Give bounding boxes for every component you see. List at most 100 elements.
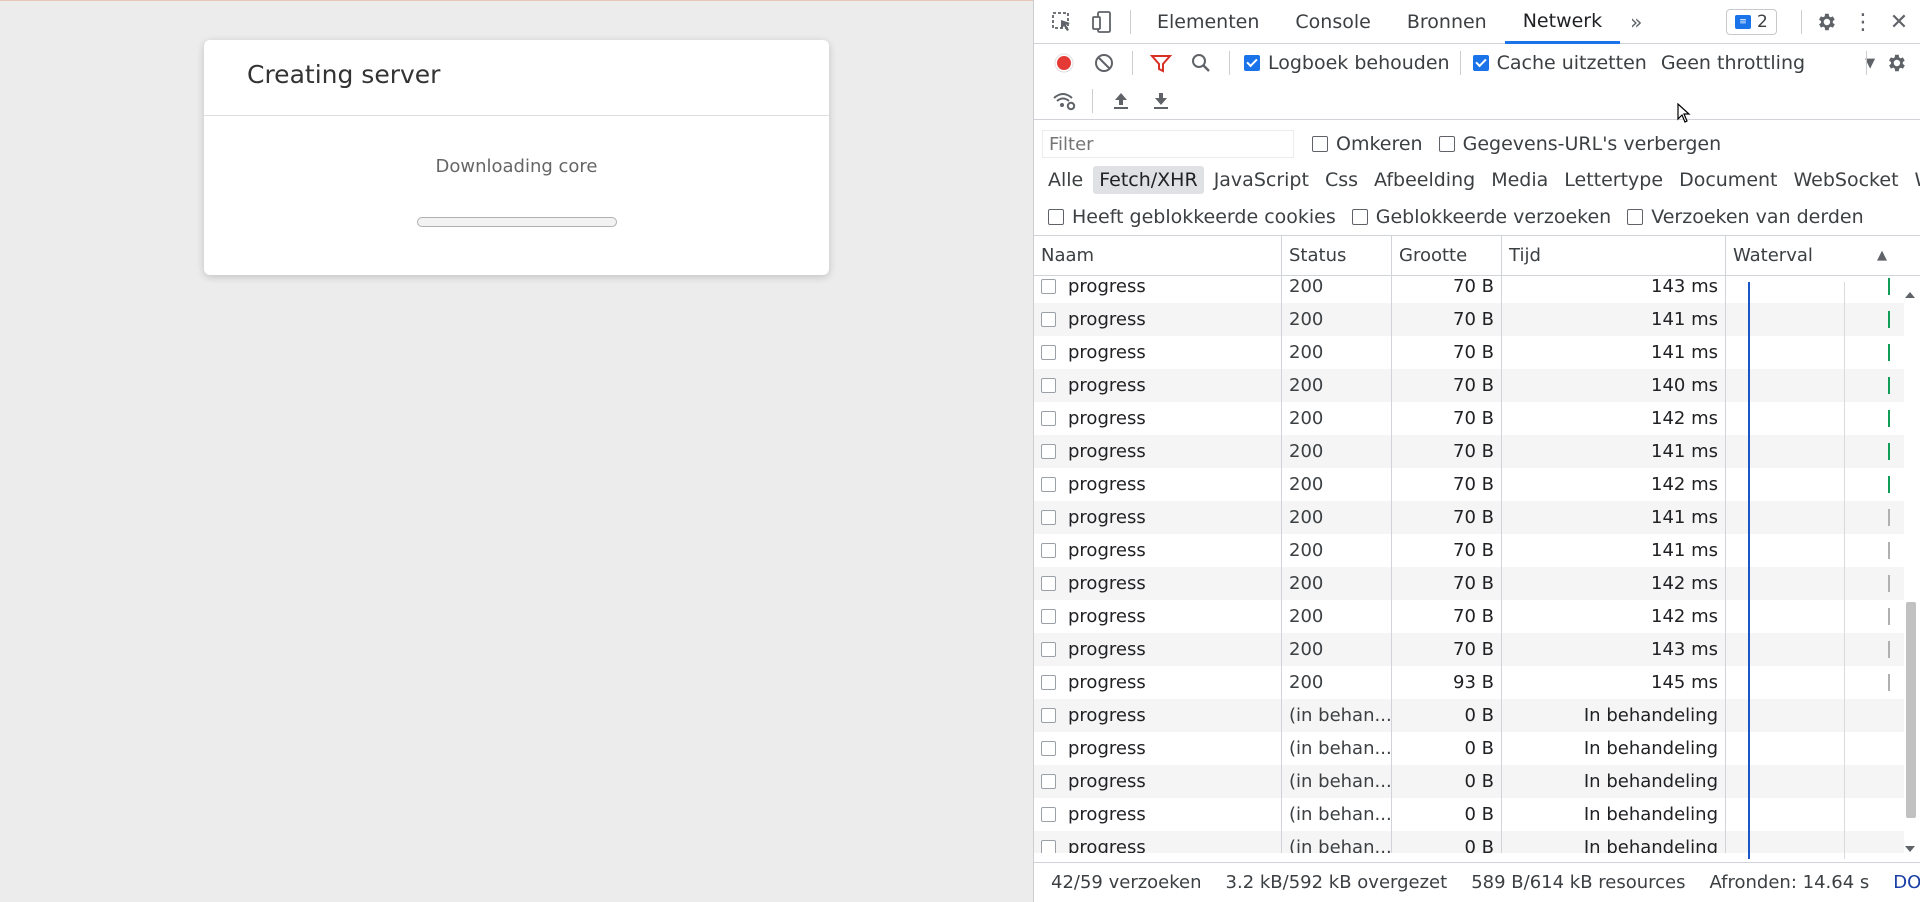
blocked-cookies-checkbox[interactable]: Heeft geblokkeerde cookies <box>1048 206 1336 228</box>
row-checkbox-icon[interactable] <box>1041 378 1056 393</box>
table-row[interactable]: progress (in behan... 0 B In behandeling <box>1034 831 1904 853</box>
row-checkbox-icon[interactable] <box>1041 312 1056 327</box>
search-icon[interactable] <box>1181 44 1221 82</box>
network-conditions-icon[interactable] <box>1044 82 1084 120</box>
table-row[interactable]: progress 200 70 B 143 ms <box>1034 633 1904 666</box>
row-checkbox-icon[interactable] <box>1041 543 1056 558</box>
type-filter-lettertype[interactable]: Lettertype <box>1558 166 1669 194</box>
row-checkbox-icon[interactable] <box>1041 774 1056 789</box>
type-filter-css[interactable]: Css <box>1319 166 1364 194</box>
table-row[interactable]: progress 200 70 B 141 ms <box>1034 501 1904 534</box>
type-filter-media[interactable]: Media <box>1485 166 1554 194</box>
preserve-log-checkbox[interactable]: Logboek behouden <box>1244 52 1450 74</box>
table-row[interactable]: progress 200 70 B 141 ms <box>1034 435 1904 468</box>
type-filter-wasm[interactable]: Wasm <box>1909 166 1920 194</box>
row-checkbox-icon[interactable] <box>1041 609 1056 624</box>
type-filter-javascript[interactable]: JavaScript <box>1208 166 1315 194</box>
checkbox-unchecked-icon <box>1438 136 1455 152</box>
row-checkbox-icon[interactable] <box>1041 576 1056 591</box>
table-row[interactable]: progress 200 70 B 141 ms <box>1034 336 1904 369</box>
table-row[interactable]: progress 200 70 B 142 ms <box>1034 567 1904 600</box>
request-status: 200 <box>1282 666 1392 699</box>
blocked-requests-checkbox[interactable]: Geblokkeerde verzoeken <box>1351 206 1611 228</box>
tab-netwerk[interactable]: Netwerk <box>1504 0 1621 44</box>
row-checkbox-icon[interactable] <box>1041 477 1056 492</box>
tab-elementen[interactable]: Elementen <box>1139 0 1277 44</box>
row-checkbox-icon[interactable] <box>1041 807 1056 822</box>
column-header-status[interactable]: Status <box>1282 236 1392 275</box>
domcontentloaded-link[interactable]: DOMCor <box>1893 872 1920 893</box>
throttling-select[interactable]: Geen throttling ▼ <box>1661 52 1875 74</box>
network-settings-icon[interactable] <box>1876 44 1916 82</box>
tab-console[interactable]: Console <box>1277 0 1388 44</box>
table-row[interactable]: progress 200 93 B 145 ms <box>1034 666 1904 699</box>
type-filter-afbeelding[interactable]: Afbeelding <box>1368 166 1481 194</box>
third-party-checkbox[interactable]: Verzoeken van derden <box>1627 206 1864 228</box>
type-filter-websocket[interactable]: WebSocket <box>1788 166 1905 194</box>
row-checkbox-icon[interactable] <box>1041 708 1056 723</box>
column-header-name[interactable]: Naam <box>1034 236 1282 275</box>
record-icon[interactable] <box>1044 44 1084 82</box>
request-name: progress <box>1068 441 1146 462</box>
table-row[interactable]: progress 200 70 B 143 ms <box>1034 276 1904 303</box>
type-filter-document[interactable]: Document <box>1673 166 1783 194</box>
request-status: 200 <box>1282 402 1392 435</box>
scroll-down-icon[interactable] <box>1905 846 1915 852</box>
settings-gear-icon[interactable] <box>1809 0 1843 44</box>
filter-icon[interactable] <box>1141 44 1181 82</box>
network-table-scrollbar[interactable] <box>1903 292 1917 852</box>
close-devtools-icon[interactable]: ✕ <box>1882 0 1916 44</box>
scroll-up-icon[interactable] <box>1905 292 1915 298</box>
row-checkbox-icon[interactable] <box>1041 345 1056 360</box>
row-checkbox-icon[interactable] <box>1041 642 1056 657</box>
column-header-waterfall[interactable]: Waterval ▲ <box>1726 236 1894 275</box>
export-har-icon[interactable] <box>1141 82 1181 120</box>
table-row[interactable]: progress 200 70 B 140 ms <box>1034 369 1904 402</box>
request-name-cell: progress <box>1034 567 1282 600</box>
device-toolbar-icon[interactable] <box>1082 0 1122 44</box>
request-waterfall <box>1726 600 1894 633</box>
more-tabs-icon[interactable]: » <box>1620 0 1652 44</box>
table-row[interactable]: progress 200 70 B 141 ms <box>1034 303 1904 336</box>
request-waterfall <box>1726 435 1894 468</box>
row-checkbox-icon[interactable] <box>1041 510 1056 525</box>
row-checkbox-icon[interactable] <box>1041 279 1056 294</box>
toolbar-divider <box>1130 9 1131 34</box>
table-row[interactable]: progress 200 70 B 142 ms <box>1034 402 1904 435</box>
request-time: 141 ms <box>1502 435 1726 468</box>
more-options-icon[interactable]: ⋮ <box>1846 0 1880 44</box>
waterfall-bar <box>1888 608 1890 625</box>
table-row[interactable]: progress 200 70 B 141 ms <box>1034 534 1904 567</box>
column-header-size[interactable]: Grootte <box>1392 236 1502 275</box>
table-row[interactable]: progress (in behan... 0 B In behandeling <box>1034 798 1904 831</box>
issues-badge[interactable]: ≡ 2 <box>1726 9 1777 35</box>
invert-checkbox[interactable]: Omkeren <box>1312 133 1423 155</box>
type-filter-fetch-xhr[interactable]: Fetch/XHR <box>1093 166 1204 194</box>
inspect-element-icon[interactable] <box>1042 0 1082 44</box>
table-row[interactable]: progress (in behan... 0 B In behandeling <box>1034 765 1904 798</box>
row-checkbox-icon[interactable] <box>1041 675 1056 690</box>
waterfall-domcontentloaded-line <box>1748 282 1750 859</box>
request-name-cell: progress <box>1034 765 1282 798</box>
row-checkbox-icon[interactable] <box>1041 840 1056 853</box>
request-name-cell: progress <box>1034 276 1282 303</box>
table-row[interactable]: progress (in behan... 0 B In behandeling <box>1034 699 1904 732</box>
table-row[interactable]: progress 200 70 B 142 ms <box>1034 600 1904 633</box>
request-size: 70 B <box>1392 303 1502 336</box>
row-checkbox-icon[interactable] <box>1041 741 1056 756</box>
row-checkbox-icon[interactable] <box>1041 444 1056 459</box>
clear-icon[interactable] <box>1084 44 1124 82</box>
filter-input[interactable] <box>1042 130 1294 158</box>
disable-cache-checkbox[interactable]: Cache uitzetten <box>1472 52 1647 74</box>
import-har-icon[interactable] <box>1101 82 1141 120</box>
hide-data-urls-checkbox[interactable]: Gegevens-URL's verbergen <box>1438 133 1721 155</box>
table-row[interactable]: progress (in behan... 0 B In behandeling <box>1034 732 1904 765</box>
scrollbar-thumb[interactable] <box>1906 602 1916 818</box>
tab-bronnen[interactable]: Bronnen <box>1389 0 1505 44</box>
request-size: 70 B <box>1392 600 1502 633</box>
table-row[interactable]: progress 200 70 B 142 ms <box>1034 468 1904 501</box>
issues-count: 2 <box>1757 12 1768 32</box>
row-checkbox-icon[interactable] <box>1041 411 1056 426</box>
column-header-time[interactable]: Tijd <box>1502 236 1726 275</box>
type-filter-alle[interactable]: Alle <box>1042 166 1089 194</box>
